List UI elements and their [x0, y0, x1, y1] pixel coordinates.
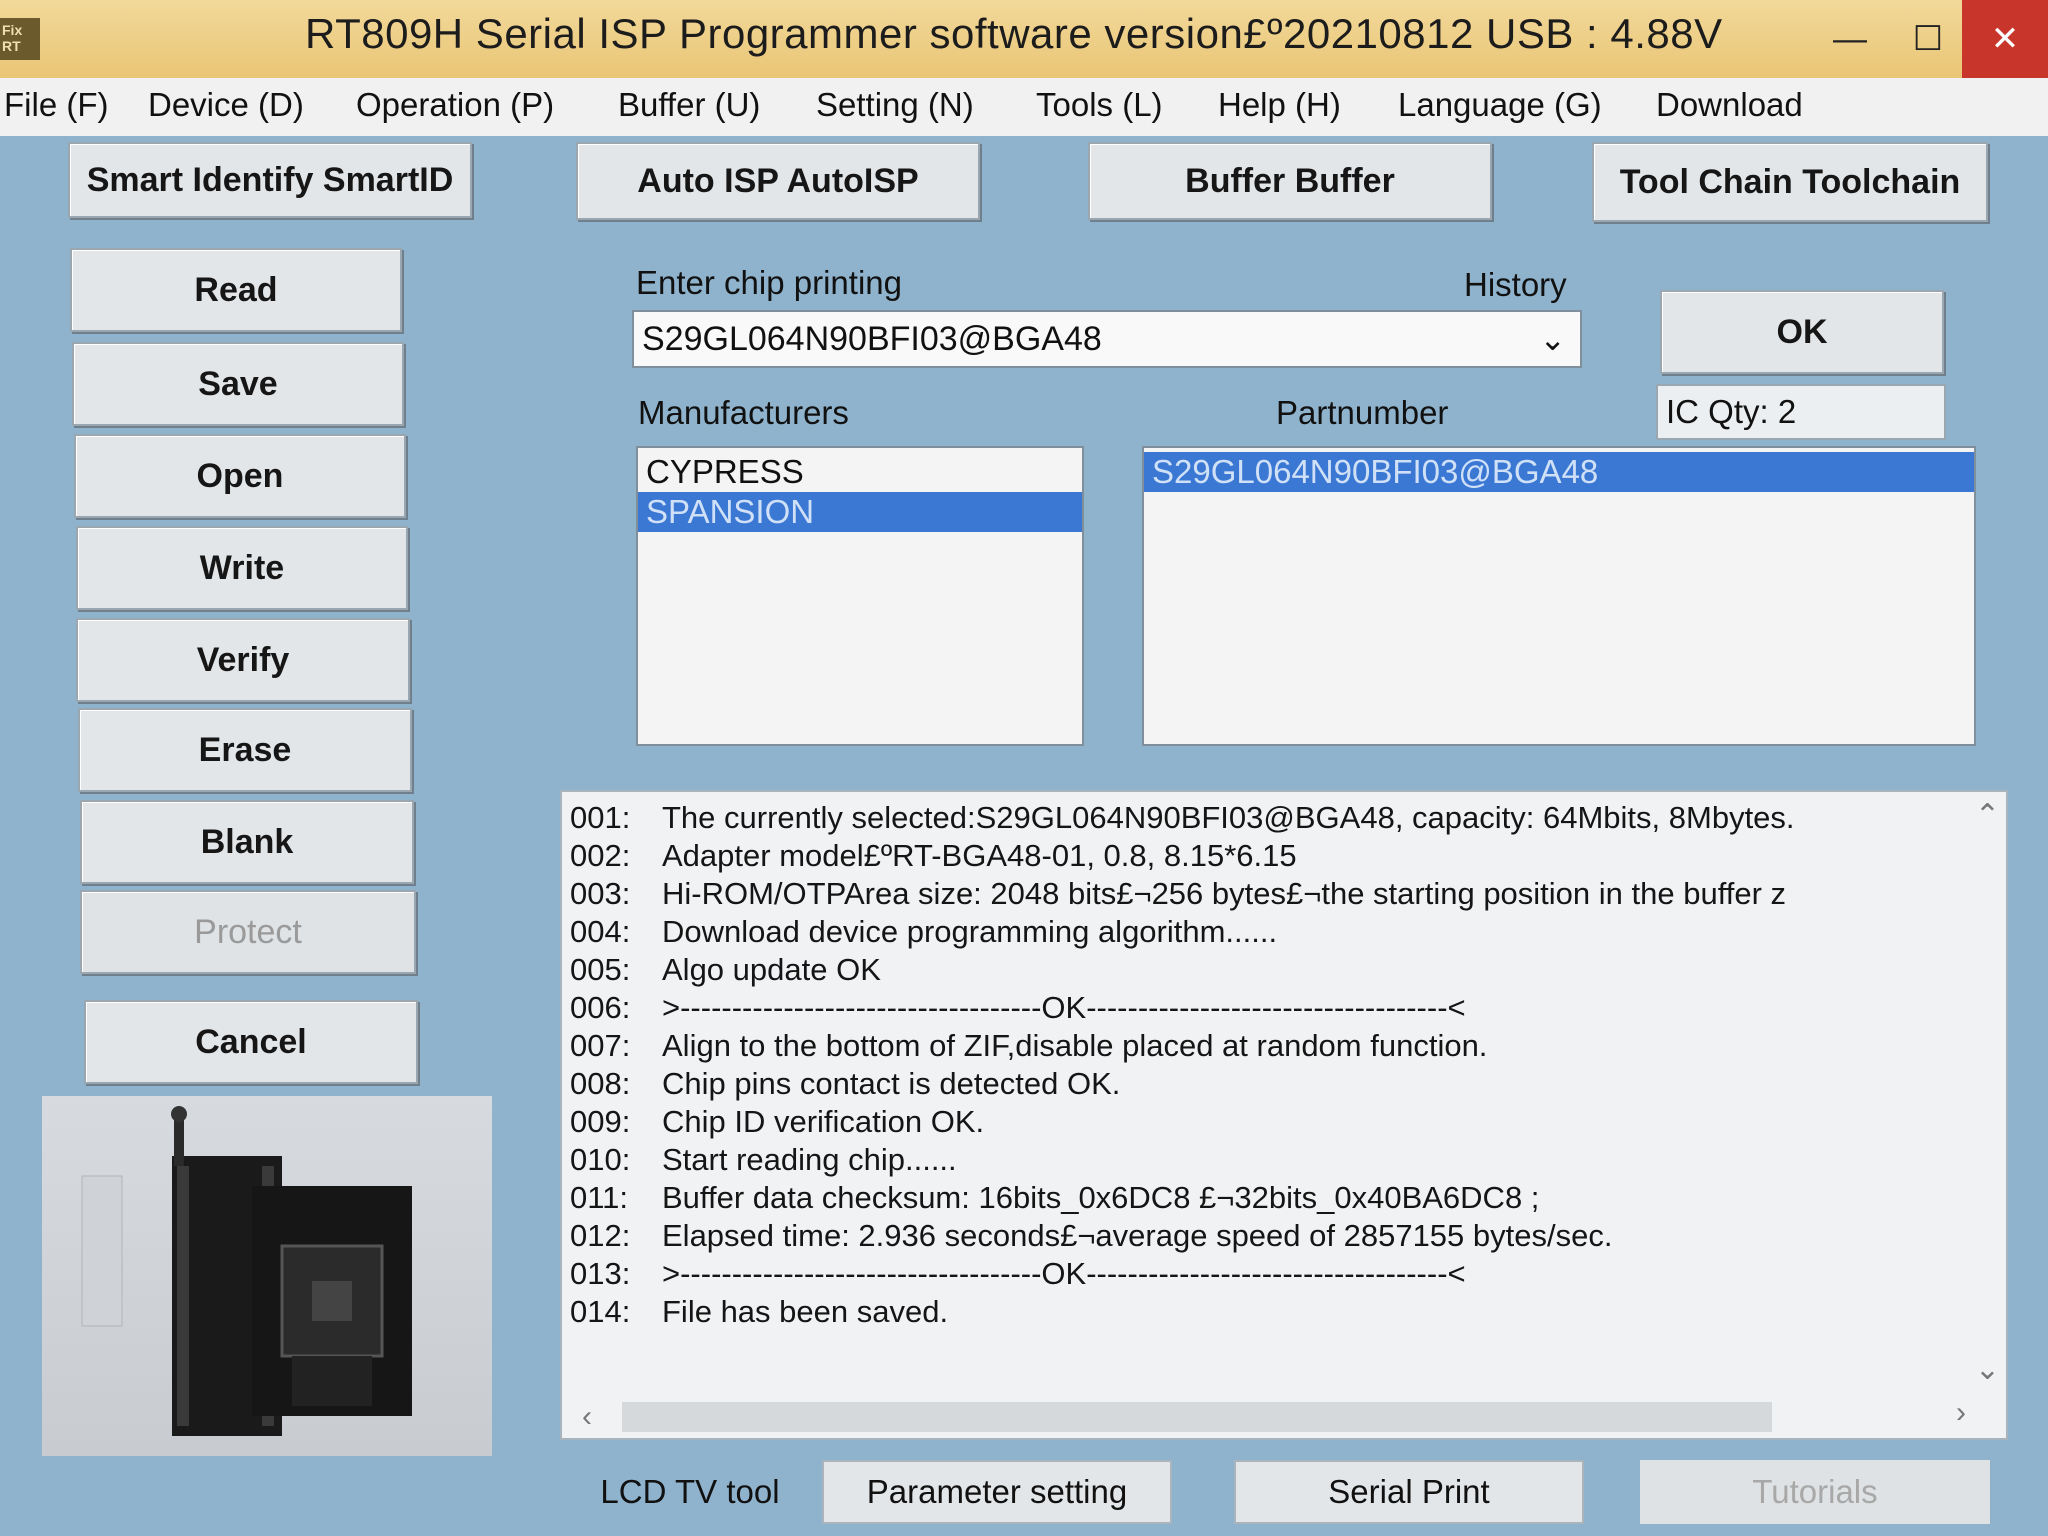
close-button[interactable]: ✕: [1962, 0, 2048, 78]
log-line-text: The currently selected:S29GL064N90BFI03@…: [662, 800, 1795, 835]
window-title: RT809H Serial ISP Programmer software ve…: [305, 10, 1723, 57]
log-line-text: Adapter model£ºRT-BGA48-01, 0.8, 8.15*6.…: [662, 838, 1297, 873]
log-line-number: 003:: [570, 876, 631, 911]
cancel-button[interactable]: Cancel: [84, 1000, 418, 1084]
log-line-text: File has been saved.: [662, 1294, 949, 1329]
log-line-text: Chip pins contact is detected OK.: [662, 1066, 1121, 1101]
programmer-adapter-icon: [81, 1106, 412, 1436]
log-line-number: 009:: [570, 1104, 631, 1139]
write-button[interactable]: Write: [76, 526, 408, 610]
app-icon: Fix RT: [0, 18, 40, 60]
chevron-down-icon[interactable]: ⌄: [1539, 320, 1566, 358]
scroll-right-icon[interactable]: ›: [1956, 1396, 1966, 1430]
menu-help[interactable]: Help (H): [1218, 86, 1341, 124]
log-line-text: >-----------------------------------OK--…: [662, 990, 1466, 1025]
tab-serial-print[interactable]: Serial Print: [1234, 1460, 1584, 1524]
manufacturers-label: Manufacturers: [638, 394, 849, 431]
log-line: 007: Align to the bottom of ZIF,disable p…: [570, 1028, 1487, 1064]
log-line-number: 004:: [570, 914, 631, 949]
buffer-button[interactable]: Buffer Buffer: [1088, 142, 1492, 220]
protect-button[interactable]: Protect: [80, 890, 416, 974]
chip-printing-combobox[interactable]: S29GL064N90BFI03@BGA48 ⌄: [632, 310, 1582, 368]
tab-tutorials[interactable]: Tutorials: [1640, 1460, 1990, 1524]
tool-chain-button[interactable]: Tool Chain Toolchain: [1592, 142, 1988, 222]
minimize-button[interactable]: —: [1820, 0, 1880, 78]
menu-file[interactable]: File (F): [4, 86, 108, 124]
log-line: 004: Download device programming algorith…: [570, 914, 1277, 950]
log-line-text: Download device programming algorithm...…: [662, 914, 1278, 949]
log-line-number: 011:: [570, 1180, 629, 1215]
partnumber-label: Partnumber: [1276, 394, 1449, 431]
log-line-text: Align to the bottom of ZIF,disable place…: [662, 1028, 1488, 1063]
save-button[interactable]: Save: [72, 342, 404, 426]
log-line: 006: >-----------------------------------…: [570, 990, 1466, 1026]
log-line-number: 008:: [570, 1066, 631, 1101]
maximize-button[interactable]: ☐: [1898, 0, 1958, 78]
log-line-number: 012:: [570, 1218, 631, 1253]
smart-identify-button[interactable]: Smart Identify SmartID: [68, 142, 472, 218]
history-label: History: [1464, 266, 1567, 303]
open-button[interactable]: Open: [74, 434, 406, 518]
scroll-left-icon[interactable]: ‹: [582, 1400, 592, 1434]
log-line-text: Chip ID verification OK.: [662, 1104, 985, 1139]
log-line-number: 001:: [570, 800, 631, 835]
log-line: 012: Elapsed time: 2.936 seconds£¬average…: [570, 1218, 1612, 1254]
enter-chip-label: Enter chip printing: [636, 264, 902, 301]
log-line-text: Start reading chip......: [662, 1142, 957, 1177]
log-line-text: Elapsed time: 2.936 seconds£¬average spe…: [662, 1218, 1613, 1253]
title-bar: Fix RT RT809H Serial ISP Programmer softw…: [0, 0, 2048, 78]
list-item[interactable]: S29GL064N90BFI03@BGA48: [1144, 452, 1974, 492]
log-line-text: Buffer data checksum: 16bits_0x6DC8 £¬32…: [662, 1180, 1540, 1215]
menu-device[interactable]: Device (D): [148, 86, 304, 124]
log-line: 005: Algo update OK: [570, 952, 881, 988]
tab-lcd-tv-tool[interactable]: LCD TV tool: [580, 1460, 800, 1524]
log-line: 003: Hi-ROM/OTPArea size: 2048 bits£¬256 …: [570, 876, 1786, 912]
chip-printing-value: S29GL064N90BFI03@BGA48: [642, 319, 1102, 358]
programmer-image: [42, 1096, 492, 1456]
log-line: 013: >-----------------------------------…: [570, 1256, 1466, 1292]
list-item[interactable]: SPANSION: [638, 492, 1082, 532]
log-line: 011: Buffer data checksum: 16bits_0x6DC8 …: [570, 1180, 1539, 1216]
log-line-number: 005:: [570, 952, 631, 987]
menu-download[interactable]: Download: [1656, 86, 1803, 124]
menu-operation[interactable]: Operation (P): [356, 86, 554, 124]
log-line-text: >-----------------------------------OK--…: [662, 1256, 1466, 1291]
read-button[interactable]: Read: [70, 248, 402, 332]
horizontal-scrollbar[interactable]: [622, 1402, 1772, 1432]
blank-button[interactable]: Blank: [80, 800, 414, 884]
log-line-text: Algo update OK: [662, 952, 881, 987]
log-line: 014: File has been saved.: [570, 1294, 948, 1330]
log-line-number: 007:: [570, 1028, 631, 1063]
menu-bar: File (F) Device (D) Operation (P) Buffer…: [0, 78, 2048, 136]
log-panel[interactable]: 001: The currently selected:S29GL064N90BF…: [560, 790, 2008, 1440]
verify-button[interactable]: Verify: [76, 618, 410, 702]
log-line-number: 006:: [570, 990, 631, 1025]
scroll-up-icon[interactable]: ⌃: [1975, 798, 2000, 833]
auto-isp-button[interactable]: Auto ISP AutoISP: [576, 142, 980, 220]
log-line: 010: Start reading chip......: [570, 1142, 957, 1178]
scroll-down-icon[interactable]: ⌄: [1975, 1352, 2000, 1387]
log-line: 008: Chip pins contact is detected OK.: [570, 1066, 1120, 1102]
log-line: 001: The currently selected:S29GL064N90BF…: [570, 800, 1795, 836]
menu-tools[interactable]: Tools (L): [1036, 86, 1163, 124]
erase-button[interactable]: Erase: [78, 708, 412, 792]
manufacturers-list[interactable]: CYPRESS SPANSION: [636, 446, 1084, 746]
log-line-number: 002:: [570, 838, 631, 873]
partnumber-list[interactable]: S29GL064N90BFI03@BGA48: [1142, 446, 1976, 746]
log-line: 002: Adapter model£ºRT-BGA48-01, 0.8, 8.1…: [570, 838, 1297, 874]
menu-buffer[interactable]: Buffer (U): [618, 86, 760, 124]
log-line-text: Hi-ROM/OTPArea size: 2048 bits£¬256 byte…: [662, 876, 1787, 911]
menu-setting[interactable]: Setting (N): [816, 86, 974, 124]
log-line-number: 010:: [570, 1142, 631, 1177]
menu-language[interactable]: Language (G): [1398, 86, 1602, 124]
log-line: 009: Chip ID verification OK.: [570, 1104, 984, 1140]
log-line-number: 013:: [570, 1256, 631, 1291]
list-item[interactable]: CYPRESS: [638, 452, 1082, 492]
ok-button[interactable]: OK: [1660, 290, 1944, 374]
ic-qty-field: IC Qty: 2: [1656, 384, 1946, 440]
tab-parameter-setting[interactable]: Parameter setting: [822, 1460, 1172, 1524]
log-line-number: 014:: [570, 1294, 631, 1329]
